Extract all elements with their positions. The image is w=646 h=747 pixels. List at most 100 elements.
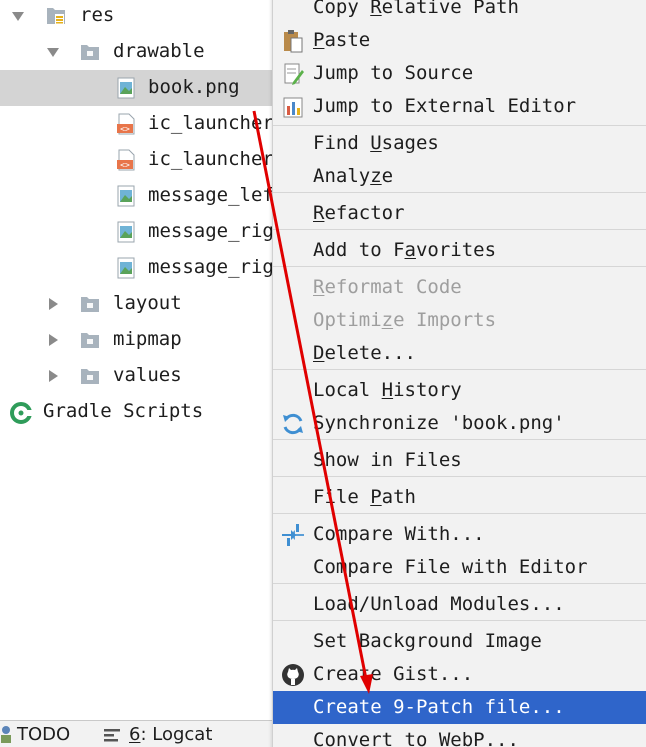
tree-item-ic-launcher-background[interactable]: <> ic_launcher_background.xml: [0, 106, 272, 142]
tree-item-book-png[interactable]: book.png: [0, 70, 272, 106]
mnemonic: P: [370, 486, 382, 508]
mnemonic: R: [313, 276, 325, 298]
xml-file-icon: <>: [117, 149, 135, 171]
collapse-arrow-icon[interactable]: [45, 296, 61, 312]
tree-item-gradle-scripts[interactable]: Gradle Scripts: [0, 394, 272, 430]
menu-item-set-background-image[interactable]: Set Background Image: [273, 625, 646, 658]
menu-item-label: Synchronize 'book.png': [313, 412, 565, 434]
menu-item-label-rest: efactor: [324, 202, 405, 224]
menu-item-label-rest: sages: [381, 132, 439, 154]
menu-item-label-rest: istory: [393, 379, 462, 401]
context-menu: Copy Relative Path Paste Jump to Source …: [272, 0, 646, 747]
synchronize-icon: [283, 413, 303, 435]
github-icon: [282, 664, 304, 686]
menu-item-label-rest: elative Path: [381, 0, 519, 18]
menu-item-label: Create Gist...: [313, 663, 474, 685]
menu-item-label: Compare File with Editor: [313, 556, 588, 578]
logcat-tab[interactable]: 6: Logcat: [129, 724, 212, 746]
menu-item-analyze[interactable]: Analyze: [273, 160, 646, 193]
menu-item-label: Jump to Source: [313, 62, 474, 84]
menu-item-compare-file-with-editor[interactable]: Compare File with Editor: [273, 551, 646, 584]
menu-item-jump-to-external-editor[interactable]: Jump to External Editor: [273, 90, 646, 123]
svg-text:<>: <>: [120, 125, 130, 134]
tree-item-label: mipmap: [113, 328, 182, 350]
menu-separator: [273, 125, 646, 126]
menu-item-copy-relative-path[interactable]: Copy Relative Path: [273, 0, 646, 24]
menu-item-create-9-patch-file[interactable]: Create 9-Patch file...: [273, 691, 646, 724]
expand-arrow-icon[interactable]: [10, 8, 26, 24]
tree-item-ic-launcher-foreground[interactable]: <> ic_launcher_foreground.xml: [0, 142, 272, 178]
todo-tab[interactable]: TODO: [17, 724, 70, 746]
mnemonic: D: [313, 342, 325, 364]
menu-item-refactor[interactable]: Refactor: [273, 197, 646, 230]
tree-item-label: ic_launcher_foreground.xml: [148, 148, 272, 170]
image-file-icon: [117, 77, 135, 99]
menu-item-label-rest: vorites: [415, 239, 497, 261]
gradle-icon: [10, 402, 32, 424]
menu-separator: [273, 583, 646, 584]
menu-item-load-unload-modules[interactable]: Load/Unload Modules...: [273, 588, 646, 621]
collapse-arrow-icon[interactable]: [45, 332, 61, 348]
logcat-icon: [104, 729, 120, 742]
menu-item-label: Optimi: [313, 309, 382, 331]
tree-item-drawable[interactable]: drawable: [0, 34, 272, 70]
paste-icon: [284, 30, 303, 53]
menu-item-label-rest: e: [381, 165, 394, 187]
mnemonic: U: [370, 132, 382, 154]
menu-item-local-history[interactable]: Local History: [273, 374, 646, 407]
menu-item-label: Set Background Image: [313, 630, 542, 652]
tree-item-mipmap[interactable]: mipmap: [0, 322, 272, 358]
tree-item-label: message_right2.png: [148, 256, 272, 278]
folder-icon: [81, 45, 99, 60]
menu-separator: [273, 192, 646, 193]
collapse-arrow-icon[interactable]: [45, 368, 61, 384]
menu-item-delete[interactable]: Delete...: [273, 337, 646, 370]
menu-item-label: Load/Unload Modules...: [313, 593, 565, 615]
menu-item-label-rest: eformat Code: [324, 276, 462, 298]
tree-item-message-right[interactable]: message_right.png: [0, 214, 272, 250]
tree-item-layout[interactable]: layout: [0, 286, 272, 322]
menu-item-label: Jump to External Editor: [313, 95, 577, 117]
tree-item-message-right2[interactable]: message_right2.png: [0, 250, 272, 286]
menu-separator: [273, 229, 646, 230]
tree-item-label: drawable: [113, 40, 205, 62]
tree-item-label: ic_launcher_background.xml: [148, 112, 272, 134]
menu-item-jump-to-source[interactable]: Jump to Source: [273, 57, 646, 90]
tree-item-message-left[interactable]: message_left.png: [0, 178, 272, 214]
menu-item-add-to-favorites[interactable]: Add to Favorites: [273, 234, 646, 267]
tree-item-label: res: [80, 4, 115, 26]
menu-item-synchronize[interactable]: Synchronize 'book.png': [273, 407, 646, 440]
tree-item-label: layout: [113, 292, 182, 314]
tree-item-label: book.png: [148, 76, 240, 98]
mnemonic: P: [313, 29, 325, 51]
menu-item-label: Copy: [313, 0, 371, 18]
menu-item-convert-to-webp[interactable]: Convert to WebP...: [273, 724, 646, 747]
menu-item-label: Add to F: [313, 239, 405, 261]
res-folder-icon: [47, 8, 65, 24]
todo-icon: [1, 726, 11, 743]
menu-item-create-gist[interactable]: Create Gist...: [273, 658, 646, 691]
folder-icon: [81, 333, 99, 348]
logcat-tab-number: 6: [129, 724, 141, 745]
expand-arrow-icon[interactable]: [45, 44, 61, 60]
jump-source-icon: [284, 63, 304, 85]
logcat-tab-label: : Logcat: [140, 724, 213, 745]
menu-item-label-rest: aste: [324, 29, 371, 51]
menu-item-label: Convert to WebP...: [313, 729, 519, 747]
tree-item-res[interactable]: res: [0, 0, 272, 34]
menu-item-file-path[interactable]: File Path: [273, 481, 646, 514]
menu-item-compare-with[interactable]: Compare With...: [273, 518, 646, 551]
image-file-icon: [117, 257, 135, 279]
menu-item-show-in-files[interactable]: Show in Files: [273, 444, 646, 477]
menu-separator: [273, 476, 646, 477]
image-file-icon: [117, 221, 135, 243]
menu-item-reformat-code: Reformat Code: [273, 271, 646, 304]
menu-separator: [273, 439, 646, 440]
menu-separator: [273, 513, 646, 514]
external-editor-icon: [283, 97, 303, 118]
menu-item-paste[interactable]: Paste: [273, 24, 646, 57]
tree-item-values[interactable]: values: [0, 358, 272, 394]
menu-item-label: Show in Files: [313, 449, 462, 471]
mnemonic: R: [370, 0, 382, 18]
menu-item-find-usages[interactable]: Find Usages: [273, 127, 646, 160]
